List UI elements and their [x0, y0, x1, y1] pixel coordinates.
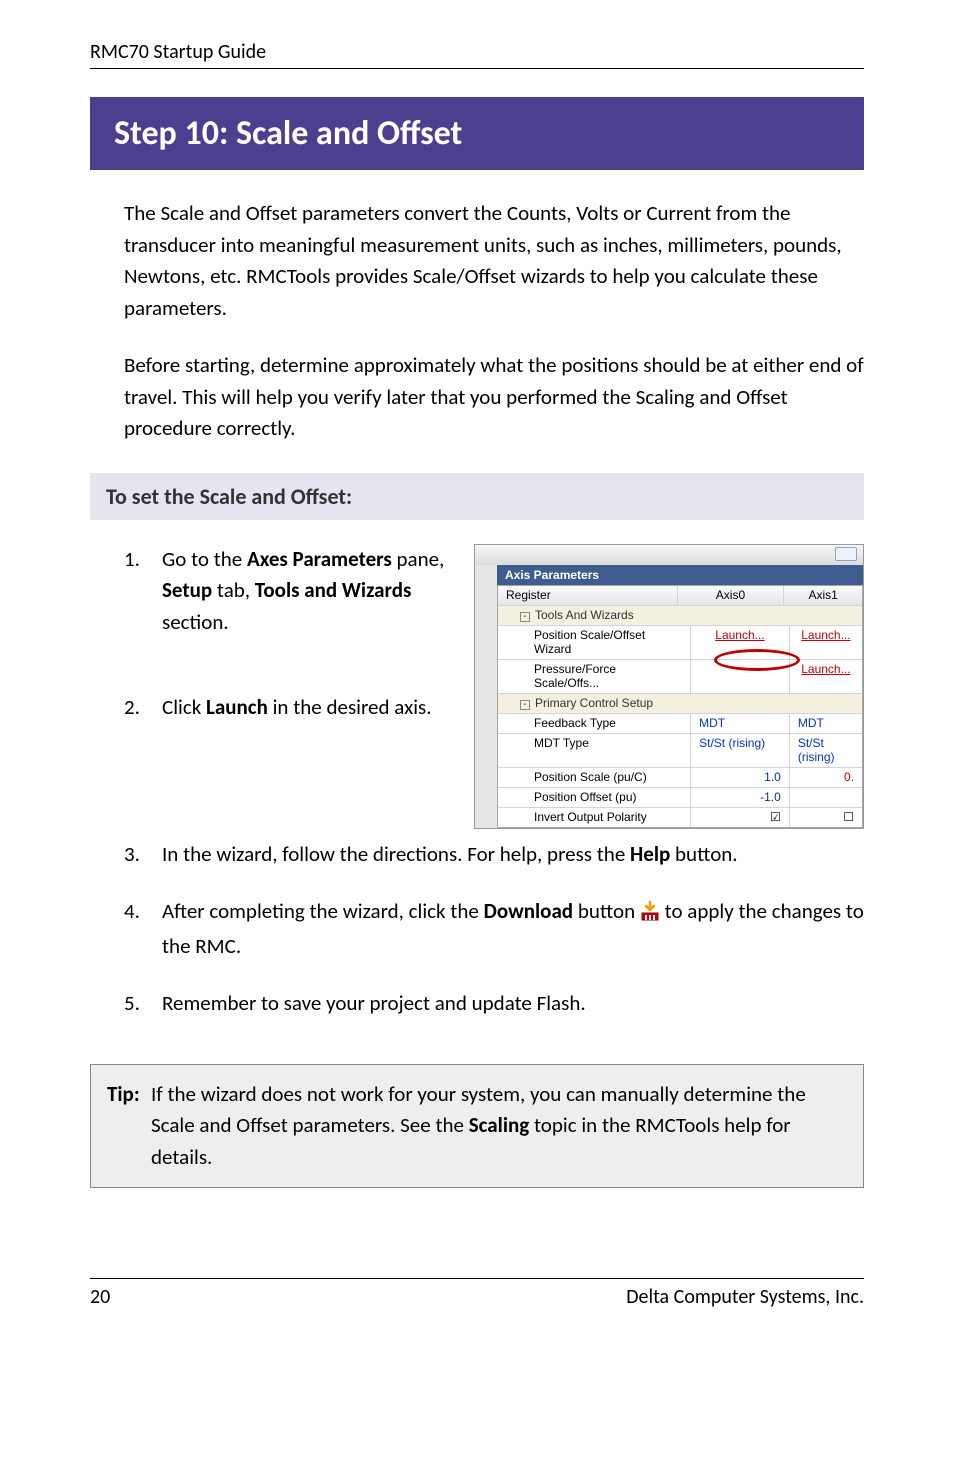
window-button[interactable] [835, 547, 857, 561]
step-number: 2. [124, 692, 162, 724]
text: tab, [212, 577, 255, 603]
value-axis1[interactable]: St/St (rising) [790, 734, 862, 767]
step-number: 5. [124, 988, 162, 1020]
tip-label: Tip: [107, 1079, 151, 1174]
text: Go to the [162, 546, 247, 572]
value-axis0[interactable]: MDT [691, 714, 790, 733]
param-name: Feedback Type [498, 714, 691, 733]
subheading: To set the Scale and Offset: [90, 473, 864, 520]
step-text: After completing the wizard, click the D… [162, 896, 864, 962]
step-number: 4. [124, 896, 162, 962]
text: pane, [392, 546, 445, 572]
value-axis1[interactable] [790, 788, 862, 807]
text: Click [162, 694, 206, 720]
bold-text: Help [630, 841, 670, 867]
axis-parameters-screenshot: Axis Parameters Register Axis0 Axis1 -To… [474, 544, 864, 829]
paragraph-2: Before starting, determine approximately… [124, 350, 864, 445]
paragraph-1: The Scale and Offset parameters convert … [124, 198, 864, 324]
step-4: 4. After completing the wizard, click th… [124, 896, 864, 962]
group-label: -Tools And Wizards [498, 606, 684, 625]
step-5: 5. Remember to save your project and upd… [124, 988, 864, 1020]
row-feedback-type: Feedback Type MDT MDT [498, 714, 862, 734]
text: in the desired axis. [268, 694, 432, 720]
group-tools-wizards[interactable]: -Tools And Wizards [498, 606, 862, 626]
step-3: 3. In the wizard, follow the directions.… [124, 839, 864, 871]
step-text: Click Launch in the desired axis. [162, 692, 446, 724]
text: In the wizard, follow the directions. Fo… [162, 841, 630, 867]
tip-content: If the wizard does not work for your sys… [151, 1079, 847, 1174]
step-text: Remember to save your project and update… [162, 988, 864, 1020]
col-register: Register [498, 586, 678, 605]
col-axis1: Axis1 [784, 586, 862, 605]
step-text: In the wizard, follow the directions. Fo… [162, 839, 864, 871]
bold-text: Download [484, 898, 574, 924]
row-position-scale: Position Scale (pu/C) 1.0 0. [498, 768, 862, 788]
cell [691, 660, 790, 693]
collapse-icon[interactable]: - [520, 612, 530, 622]
bold-text: Setup [162, 577, 212, 603]
param-name: Pressure/Force Scale/Offs... [498, 660, 691, 693]
page-number: 20 [90, 1285, 110, 1309]
text: button [573, 898, 640, 924]
col-axis0: Axis0 [678, 586, 785, 605]
row-invert-polarity: Invert Output Polarity ☑ ☐ [498, 808, 862, 827]
bold-text: Scaling [469, 1112, 530, 1138]
step-banner: Step 10: Scale and Offset [90, 97, 864, 170]
launch-link-axis1[interactable]: Launch... [790, 660, 862, 693]
param-name: Position Offset (pu) [498, 788, 691, 807]
document-header: RMC70 Startup Guide [90, 40, 864, 69]
value-axis1[interactable]: 0. [790, 768, 862, 787]
row-position-offset: Position Offset (pu) -1.0 [498, 788, 862, 808]
window-titlebar [475, 545, 863, 565]
bold-text: Axes Parameters [247, 546, 392, 572]
collapse-icon[interactable]: - [520, 700, 530, 710]
group-label: -Primary Control Setup [498, 694, 684, 713]
launch-link-axis1[interactable]: Launch... [790, 626, 862, 659]
text: button. [670, 841, 737, 867]
row-mdt-type: MDT Type St/St (rising) St/St (rising) [498, 734, 862, 768]
param-name: Invert Output Polarity [498, 808, 691, 827]
text: section. [162, 609, 229, 635]
text: Tools And Wizards [535, 608, 634, 622]
value-axis0[interactable]: 1.0 [691, 768, 790, 787]
group-primary-control[interactable]: -Primary Control Setup [498, 694, 862, 714]
step-number: 3. [124, 839, 162, 871]
footer-org: Delta Computer Systems, Inc. [626, 1285, 864, 1309]
text: Primary Control Setup [535, 696, 653, 710]
column-headers: Register Axis0 Axis1 [498, 586, 862, 606]
step-text: Go to the Axes Parameters pane, Setup ta… [162, 544, 446, 639]
value-axis0[interactable]: -1.0 [691, 788, 790, 807]
page-footer: 20 Delta Computer Systems, Inc. [90, 1278, 864, 1309]
param-name: Position Scale/Offset Wizard [498, 626, 691, 659]
row-pressure-force-wizard: Pressure/Force Scale/Offs... Launch... [498, 660, 862, 694]
tip-box: Tip: If the wizard does not work for you… [90, 1064, 864, 1189]
launch-link-axis0[interactable]: Launch... [691, 626, 790, 659]
param-name: Position Scale (pu/C) [498, 768, 691, 787]
bold-text: Launch [206, 694, 268, 720]
checkbox-axis1[interactable]: ☐ [790, 808, 862, 827]
download-icon [640, 899, 660, 931]
step-2: 2. Click Launch in the desired axis. [124, 692, 446, 724]
text: After completing the wizard, click the [162, 898, 484, 924]
param-name: MDT Type [498, 734, 691, 767]
step-number: 1. [124, 544, 162, 639]
scroll-strip[interactable] [475, 565, 497, 828]
step-1: 1. Go to the Axes Parameters pane, Setup… [124, 544, 446, 639]
value-axis1[interactable]: MDT [790, 714, 862, 733]
panel-title: Axis Parameters [497, 565, 863, 585]
bold-text: Tools and Wizards [255, 577, 412, 603]
checkbox-axis0[interactable]: ☑ [691, 808, 790, 827]
value-axis0[interactable]: St/St (rising) [691, 734, 790, 767]
row-position-scale-wizard: Position Scale/Offset Wizard Launch... L… [498, 626, 862, 660]
